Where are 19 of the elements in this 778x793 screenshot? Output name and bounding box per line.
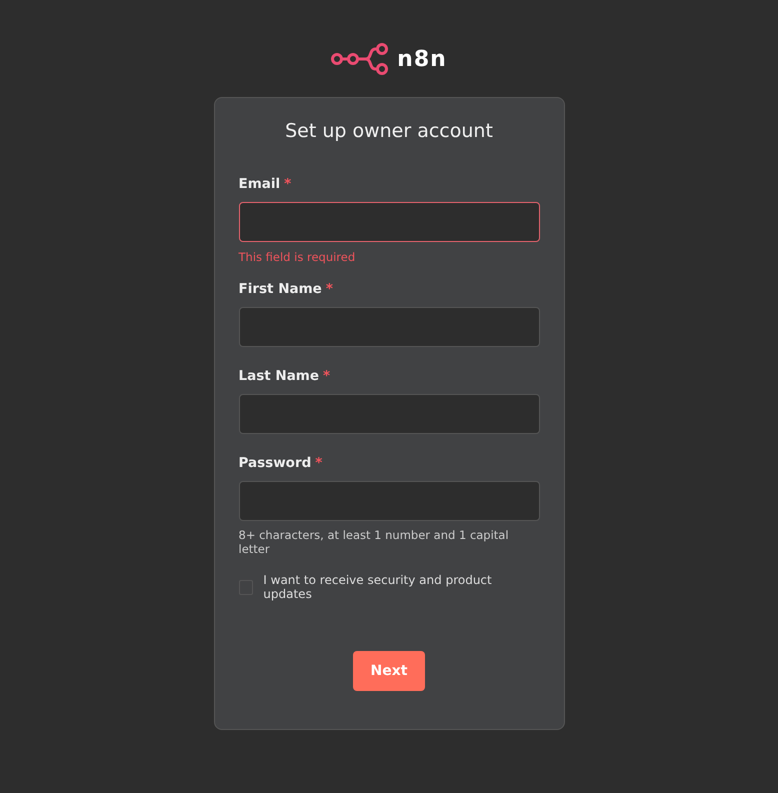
logo-wordmark: n8n (397, 46, 447, 72)
input-field[interactable] (238, 202, 540, 242)
field-label: Email (238, 176, 280, 192)
logo-icon (331, 42, 390, 76)
error-message: This field is required (238, 250, 356, 264)
required-mark: * (323, 368, 330, 384)
field-label: First Name (238, 281, 322, 297)
field-hint: 8+ characters, at least 1 number and 1 capital letter (238, 528, 510, 556)
input-field[interactable] (238, 394, 540, 434)
field-label: Password (238, 455, 312, 471)
next-button[interactable]: Next (352, 651, 426, 691)
input-field[interactable] (238, 307, 540, 347)
required-mark: * (284, 176, 292, 192)
required-mark: * (315, 455, 322, 471)
checkbox-label: I want to receive security and product updates (263, 573, 493, 601)
field-label: Last Name (238, 368, 320, 384)
input-field[interactable] (238, 481, 540, 521)
required-mark: * (326, 281, 333, 297)
form-title: Set up owner account (284, 120, 494, 142)
